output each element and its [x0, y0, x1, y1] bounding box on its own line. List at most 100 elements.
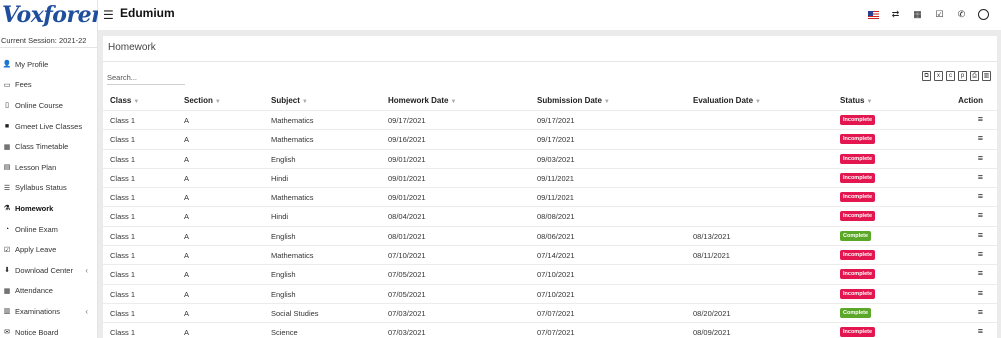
action-menu-icon[interactable]: ≡ — [978, 326, 983, 336]
user-avatar-icon[interactable] — [978, 8, 989, 20]
copy-icon[interactable]: ⧉ — [922, 71, 931, 81]
status-badge: Complete — [840, 230, 872, 241]
column-header-evaluation-date[interactable]: Evaluation Date ▼ — [693, 96, 761, 107]
action-menu-icon[interactable]: ≡ — [978, 153, 983, 163]
column-header-status[interactable]: Status ▼ — [840, 96, 872, 107]
table-row: Class 1 A Mathematics 09/16/2021 09/17/2021 I… — [103, 129, 997, 148]
cell-subject: Social Studies — [271, 308, 319, 318]
sort-icon: ▼ — [603, 99, 610, 105]
column-header-section[interactable]: Section ▼ — [184, 96, 221, 107]
action-menu-icon[interactable]: ≡ — [978, 210, 983, 220]
sidebar-item-homework[interactable]: ⚗ Homework — [0, 198, 98, 219]
sidebar-item-online-course[interactable]: ▯ Online Course — [0, 95, 98, 116]
cell-subject: Science — [271, 328, 298, 338]
sidebar-item-label: Lesson Plan — [15, 162, 57, 172]
column-header-submission-date[interactable]: Submission Date ▼ — [537, 96, 610, 107]
exchange-icon[interactable]: ⇄ — [890, 8, 901, 20]
sidebar-item-fees[interactable]: ▭ Fees — [0, 75, 98, 96]
print-icon[interactable]: ⎙ — [970, 71, 979, 81]
sort-icon: ▼ — [866, 99, 873, 105]
cell-section: A — [184, 135, 190, 145]
tasks-icon[interactable]: ☑ — [934, 8, 945, 20]
pdf-icon[interactable]: p — [958, 71, 967, 81]
chevron-left-icon: ‹ — [85, 306, 88, 316]
bulleted-list-icon: ☰ — [3, 184, 11, 192]
cell-subject: English — [271, 289, 296, 299]
cell-submission-date: 07/10/2021 — [537, 270, 575, 280]
column-header-subject[interactable]: Subject ▼ — [271, 96, 308, 107]
sidebar-item-class-timetable[interactable]: ▦ Class Timetable — [0, 136, 98, 157]
cell-subject: Mathematics — [271, 135, 314, 145]
status-badge: Incomplete — [840, 153, 876, 164]
action-menu-icon[interactable]: ≡ — [978, 133, 983, 143]
sort-icon: ▼ — [301, 99, 308, 105]
cell-class: Class 1 — [110, 135, 136, 145]
table-body: Class 1 A Mathematics 09/17/2021 09/17/2021 I… — [103, 110, 997, 338]
cell-submission-date: 08/06/2021 — [537, 231, 575, 241]
columns-icon[interactable]: ▥ — [982, 71, 991, 81]
money-icon: ▭ — [3, 81, 11, 89]
us-flag-icon[interactable] — [868, 8, 879, 20]
cell-class: Class 1 — [110, 212, 136, 222]
action-menu-icon[interactable]: ≡ — [978, 191, 983, 201]
action-menu-icon[interactable]: ≡ — [978, 307, 983, 317]
cell-subject: Hindi — [271, 173, 289, 183]
menu-toggle-icon[interactable]: ☰ — [103, 8, 114, 22]
cell-class: Class 1 — [110, 308, 136, 318]
cell-subject: English — [271, 154, 296, 164]
check-square-icon: ☑ — [3, 246, 11, 254]
action-menu-icon[interactable]: ≡ — [978, 288, 983, 298]
cell-section: A — [184, 308, 190, 318]
action-menu-icon[interactable]: ≡ — [978, 172, 983, 182]
action-menu-icon[interactable]: ≡ — [978, 268, 983, 278]
status-badge: Incomplete — [840, 327, 876, 338]
file-icon: ▯ — [5, 102, 9, 110]
cell-homework-date: 07/03/2021 — [388, 308, 426, 318]
download-icon: ⬇ — [4, 267, 10, 275]
sidebar-item-attendance[interactable]: ▦ Attendance — [0, 281, 98, 302]
topbar: ☰ Edumium ⇄ ▦ ☑ ✆ — [98, 0, 1001, 30]
column-header-homework-date[interactable]: Homework Date ▼ — [388, 96, 456, 107]
action-menu-icon[interactable]: ≡ — [978, 249, 983, 259]
calendar-icon[interactable]: ▦ — [912, 8, 923, 20]
action-menu-icon[interactable]: ≡ — [978, 230, 983, 240]
action-menu-icon[interactable]: ≡ — [978, 114, 983, 124]
sidebar-item-syllabus-status[interactable]: ☰ Syllabus Status — [0, 178, 98, 199]
cell-submission-date: 09/11/2021 — [537, 193, 574, 203]
excel-icon[interactable]: x — [934, 71, 943, 81]
sidebar-item-my-profile[interactable]: 👤 My Profile — [0, 54, 98, 75]
video-icon: ■ — [4, 122, 10, 130]
cell-subject: Hindi — [271, 212, 289, 222]
sidebar-item-lesson-plan[interactable]: ▤ Lesson Plan — [0, 157, 98, 178]
cell-homework-date: 09/01/2021 — [388, 173, 426, 183]
sidebar-item-notice-board[interactable]: ✉ Notice Board — [0, 322, 98, 338]
whatsapp-icon[interactable]: ✆ — [956, 8, 967, 20]
cell-subject: English — [271, 270, 296, 280]
topbar-icons: ⇄ ▦ ☑ ✆ — [868, 8, 989, 20]
table-row: Class 1 A English 07/05/2021 07/10/2021 Incom… — [103, 283, 997, 303]
sidebar-item-online-exam[interactable]: ◔ Online Exam — [0, 219, 98, 240]
sidebar-item-gmeet-live-classes[interactable]: ■ Gmeet Live Classes — [0, 116, 98, 137]
cell-homework-date: 08/01/2021 — [388, 231, 426, 241]
column-header-class[interactable]: Class ▼ — [110, 96, 139, 107]
table-row: Class 1 A English 09/01/2021 09/03/2021 Incom… — [103, 148, 997, 168]
cell-evaluation-date: 08/20/2021 — [693, 308, 731, 318]
sidebar-item-label: Download Center — [15, 265, 73, 275]
sidebar-item-examinations[interactable]: ▥ Examinations ‹ — [0, 301, 98, 322]
sort-icon: ▼ — [214, 99, 221, 105]
csv-icon[interactable]: c — [946, 71, 955, 81]
sidebar-item-label: Fees — [15, 80, 32, 90]
sidebar-item-label: My Profile — [15, 59, 49, 69]
cell-submission-date: 07/07/2021 — [537, 308, 575, 318]
search-input[interactable] — [107, 71, 185, 85]
sidebar-item-apply-leave[interactable]: ☑ Apply Leave — [0, 239, 98, 260]
brand-logo[interactable]: Voxforem — [2, 0, 114, 30]
sidebar-item-download-center[interactable]: ⬇ Download Center ‹ — [0, 260, 98, 281]
cell-section: A — [184, 193, 190, 203]
cell-submission-date: 09/17/2021 — [537, 116, 575, 125]
cell-homework-date: 09/17/2021 — [388, 116, 426, 125]
table-row: Class 1 A Social Studies 07/03/2021 07/07/20… — [103, 302, 997, 322]
sidebar-item-label: Class Timetable — [15, 142, 69, 152]
app-title: Edumium — [120, 6, 175, 20]
cell-submission-date: 07/14/2021 — [537, 251, 575, 261]
